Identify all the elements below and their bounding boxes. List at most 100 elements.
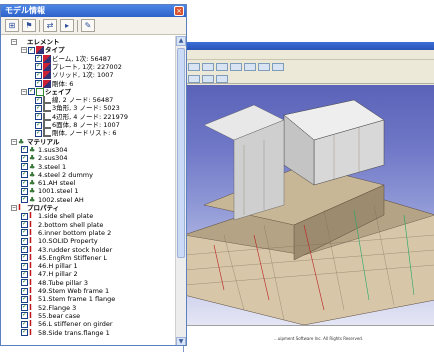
tree-item[interactable]: − タイプ: [21, 46, 65, 55]
visibility-checkbox[interactable]: [35, 96, 42, 104]
tree-item[interactable]: ビーム, 1次: 56487: [35, 54, 112, 63]
tree-item-label: エレメント: [27, 38, 60, 46]
tree-item[interactable]: I51.Stem frame 1 flange: [21, 295, 115, 303]
tree-item[interactable]: I 58.Side trans.flange 1: [21, 328, 110, 337]
visibility-checkbox[interactable]: [21, 253, 28, 262]
toolbar-button[interactable]: [258, 63, 270, 71]
visibility-checkbox[interactable]: [21, 295, 28, 303]
toolbar-button[interactable]: [272, 63, 284, 71]
visibility-checkbox[interactable]: [21, 237, 28, 245]
toolbar-button[interactable]: [230, 63, 242, 71]
tree-item[interactable]: 3角形, 3 ノード: 5023: [35, 104, 120, 113]
visibility-checkbox[interactable]: [35, 71, 42, 79]
tree-item[interactable]: プレート, 1次: 227002: [35, 62, 122, 71]
visibility-checkbox[interactable]: [35, 62, 42, 71]
visibility-checkbox[interactable]: [21, 170, 28, 179]
expand-toggle[interactable]: −: [21, 88, 27, 95]
tree-item[interactable]: I6.inner bottom plate 2: [21, 228, 111, 237]
tree-item[interactable]: I 56.L stiffener on girder: [21, 320, 113, 328]
tree-item[interactable]: ♣1001.steel 1: [21, 187, 79, 195]
visibility-checkbox[interactable]: [21, 320, 28, 328]
expand-toggle[interactable]: −: [21, 47, 27, 54]
toolbar-button[interactable]: [202, 63, 214, 71]
tree-scrollbar[interactable]: ▲ ▼: [175, 36, 186, 345]
visibility-checkbox[interactable]: [35, 129, 42, 137]
visibility-checkbox[interactable]: [21, 145, 28, 154]
tree-item-label: ビーム, 1次: 56487: [52, 54, 112, 63]
scroll-up-button[interactable]: ▲: [176, 36, 186, 46]
main-menubar[interactable]: [184, 50, 434, 60]
scroll-down-button[interactable]: ▼: [176, 337, 186, 345]
visibility-checkbox[interactable]: [21, 303, 28, 312]
tree-item[interactable]: ♣4.steel 2 dummy: [21, 170, 93, 179]
visibility-checkbox[interactable]: [21, 195, 28, 204]
expand-all-button[interactable]: ⊞: [5, 19, 19, 32]
copyright-text: ...uipment Software Inc. All Rights Rese…: [274, 336, 364, 341]
tree-item[interactable]: ♣1002.steel AH: [21, 195, 84, 204]
visibility-checkbox[interactable]: [21, 220, 28, 229]
tree-item[interactable]: − I プロパティ: [11, 204, 59, 212]
toolbar-button[interactable]: [188, 74, 200, 83]
highlight-button[interactable]: ⚑: [22, 19, 36, 32]
visibility-checkbox[interactable]: [21, 328, 28, 336]
visibility-checkbox[interactable]: [21, 154, 28, 162]
expand-toggle[interactable]: −: [11, 205, 17, 211]
toolbar-button[interactable]: [202, 74, 214, 83]
visibility-checkbox[interactable]: [21, 262, 28, 270]
visibility-checkbox[interactable]: [21, 179, 28, 187]
tree-item[interactable]: 剛体, ノードリスト: 6: [35, 129, 117, 138]
play-button[interactable]: ▸: [60, 19, 74, 32]
close-button[interactable]: ×: [174, 6, 184, 16]
toolbar-button[interactable]: [216, 74, 228, 83]
expand-toggle[interactable]: −: [11, 39, 17, 45]
visibility-checkbox[interactable]: [21, 212, 28, 220]
toolbar-button[interactable]: [188, 63, 200, 71]
tree-item[interactable]: I2.bottom shell plate: [21, 220, 103, 229]
tree-item[interactable]: 線, 2 ノード: 56487: [35, 96, 113, 105]
visibility-checkbox[interactable]: [35, 121, 42, 129]
tree-item[interactable]: I43.rudder stock holder: [21, 245, 112, 254]
tree-item[interactable]: − シェイプ: [21, 87, 71, 96]
panel-toolbar: ⊞ ⚑ ⇄ ▸ ✎: [1, 17, 186, 35]
panel-title[interactable]: モデル情報: [1, 5, 186, 17]
visibility-checkbox[interactable]: [21, 311, 28, 320]
tree-item[interactable]: 剛体: 6: [35, 79, 73, 88]
tree-item[interactable]: − エレメント: [11, 38, 60, 46]
visibility-checkbox[interactable]: [21, 287, 28, 295]
model-tree[interactable]: −エレメント−タイプビーム, 1次: 56487プレート, 1次: 227002…: [1, 36, 176, 345]
visibility-checkbox[interactable]: [28, 46, 35, 54]
visibility-checkbox[interactable]: [35, 112, 42, 121]
toolbar-button[interactable]: [216, 63, 228, 71]
tree-item[interactable]: ♣3.steel 1: [21, 162, 66, 171]
tree-item[interactable]: − ♣ マテリアル: [11, 138, 59, 146]
visibility-checkbox[interactable]: [21, 270, 28, 278]
edit-button[interactable]: ✎: [81, 19, 95, 32]
main-window-titlebar[interactable]: [184, 42, 434, 50]
visibility-checkbox[interactable]: [21, 162, 28, 170]
tree-item[interactable]: ♣2.sus304: [21, 154, 68, 162]
scroll-thumb[interactable]: [177, 48, 185, 258]
tree-item[interactable]: 6面体, 8 ノード: 1007: [35, 121, 120, 129]
green-icon: [36, 87, 44, 96]
tree-item[interactable]: ♣1.sus304: [21, 145, 68, 154]
tree-item[interactable]: ソリッド, 1次: 1007: [35, 71, 114, 80]
visibility-checkbox[interactable]: [35, 79, 42, 87]
tree-item[interactable]: I49.Stem Web frame 1: [21, 287, 109, 295]
tree-item[interactable]: I45.EngRm Stiffener L: [21, 253, 107, 262]
swap-button[interactable]: ⇄: [43, 19, 57, 32]
expand-toggle[interactable]: −: [11, 138, 17, 145]
visibility-checkbox[interactable]: [35, 104, 42, 112]
visibility-checkbox[interactable]: [21, 278, 28, 287]
visibility-checkbox[interactable]: [35, 54, 42, 63]
tree-item-label: 55.bear case: [38, 311, 81, 320]
tree-item[interactable]: I 10.SOLID Property: [21, 237, 98, 245]
tree-item[interactable]: ♣61.AH steel: [21, 179, 75, 187]
tree-item[interactable]: 4辺形, 4 ノード: 221979: [35, 112, 128, 121]
visibility-checkbox[interactable]: [28, 87, 35, 96]
3d-model-viewport[interactable]: [184, 85, 434, 325]
toolbar-button[interactable]: [244, 63, 256, 71]
visibility-checkbox[interactable]: [21, 245, 28, 253]
visibility-checkbox[interactable]: [21, 228, 28, 237]
visibility-checkbox[interactable]: [21, 187, 28, 195]
mat-icon: ♣: [29, 179, 36, 188]
